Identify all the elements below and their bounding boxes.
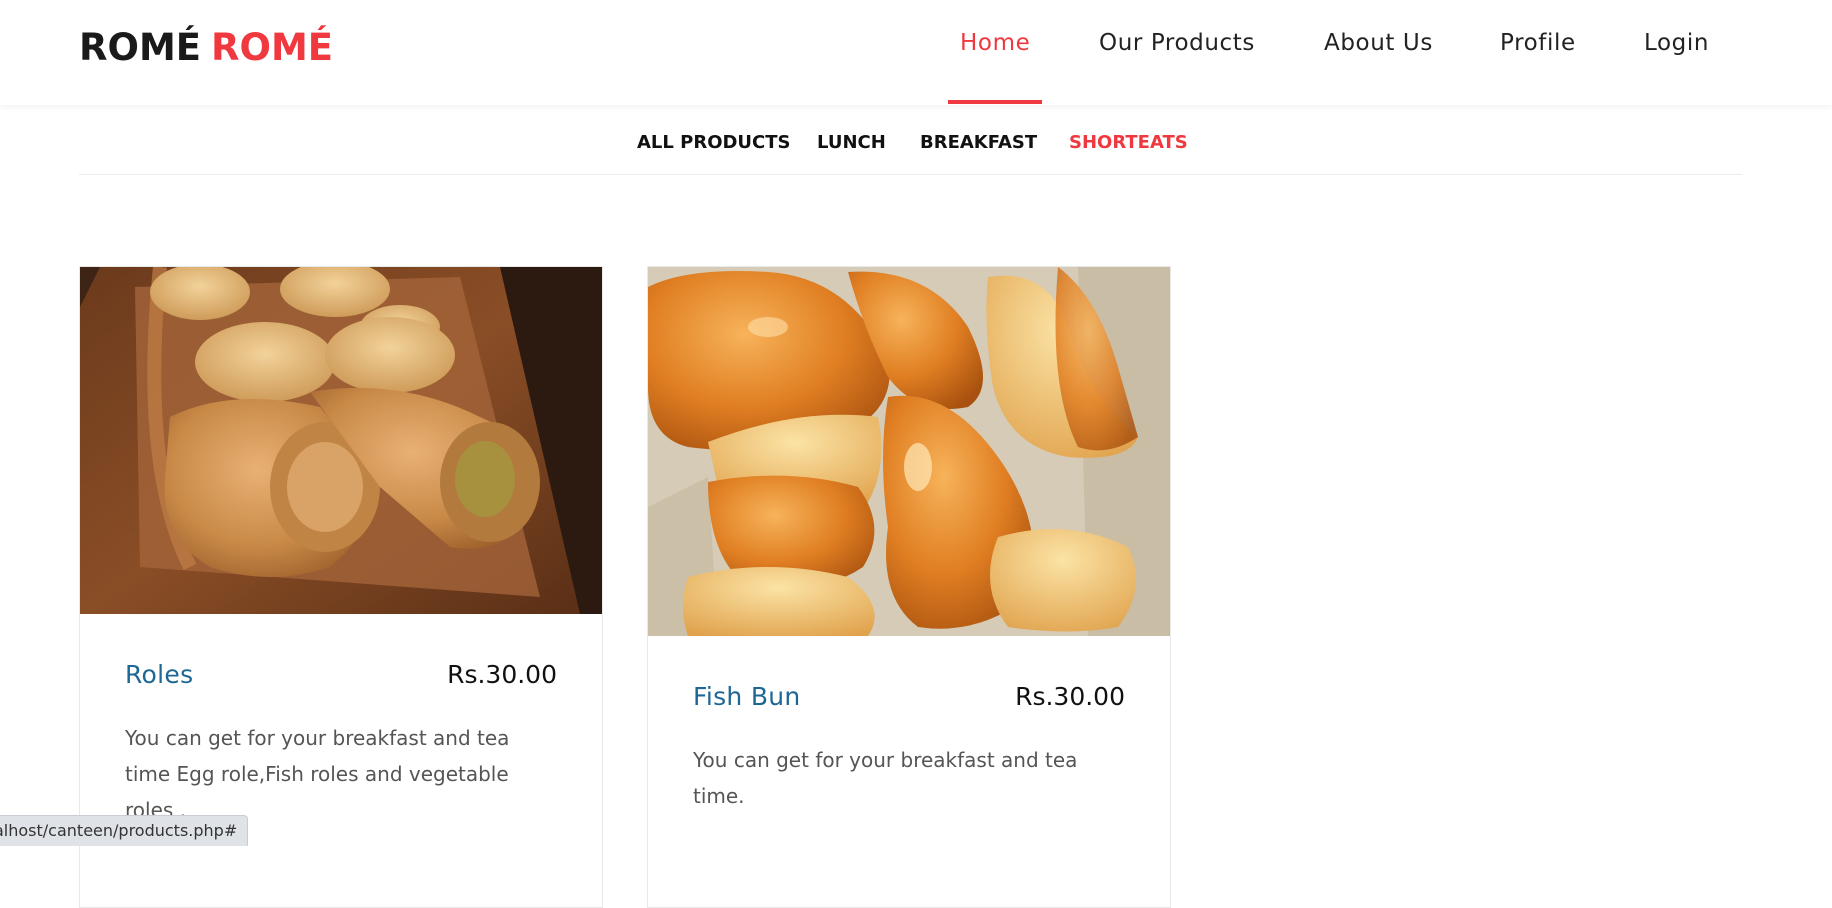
- category-shorteats[interactable]: SHORTEATS: [1069, 132, 1188, 153]
- product-description: You can get for your breakfast and tea t…: [693, 748, 1078, 808]
- fish-bun-photo: [648, 267, 1170, 636]
- nav-our-products[interactable]: Our Products: [1099, 30, 1255, 56]
- browser-status-bar: alhost/canteen/products.php#: [0, 815, 249, 846]
- product-card[interactable]: Fish Bun Rs.30.00 You can get for your b…: [647, 266, 1171, 908]
- category-filter-bar: ALL PRODUCTS LUNCH BREAKFAST SHORTEATS: [79, 105, 1742, 175]
- product-title[interactable]: Fish Bun: [693, 682, 801, 711]
- nav-active-indicator: [948, 100, 1042, 104]
- category-breakfast[interactable]: BREAKFAST: [920, 132, 1037, 153]
- site-header: ROMÉ ROMÉ Home Our Products About Us Prof…: [0, 0, 1832, 105]
- category-all-products[interactable]: ALL PRODUCTS: [637, 132, 791, 153]
- status-bar-url: alhost/canteen/products.php#: [0, 821, 238, 840]
- nav-login[interactable]: Login: [1644, 30, 1709, 56]
- nav-about-us[interactable]: About Us: [1324, 30, 1433, 56]
- category-lunch[interactable]: LUNCH: [817, 132, 886, 153]
- product-image-roles[interactable]: [80, 267, 602, 614]
- roles-photo: [80, 267, 602, 614]
- product-card[interactable]: Roles Rs.30.00 You can get for your brea…: [79, 266, 603, 908]
- product-image-fish-bun[interactable]: [648, 267, 1170, 636]
- nav-profile[interactable]: Profile: [1500, 30, 1576, 56]
- product-description: You can get for your breakfast and tea t…: [125, 726, 510, 822]
- product-price: Rs.30.00: [447, 660, 557, 689]
- main-nav: Home Our Products About Us Profile Login: [0, 0, 1832, 105]
- product-title[interactable]: Roles: [125, 660, 193, 689]
- product-price: Rs.30.00: [1015, 682, 1125, 711]
- nav-home[interactable]: Home: [960, 30, 1030, 56]
